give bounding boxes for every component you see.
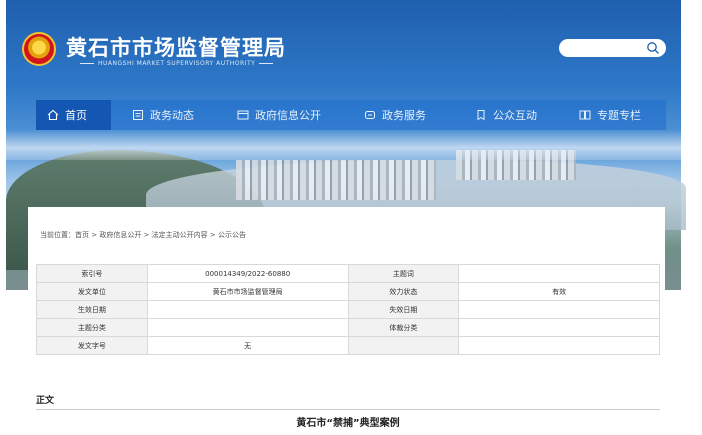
document-title: 黄石市“禁捕”典型案例 xyxy=(296,418,400,429)
section-divider xyxy=(36,409,660,410)
nav-item-label: 公众互动 xyxy=(493,109,537,122)
meta-value: 无 xyxy=(146,336,349,355)
service-icon xyxy=(365,111,375,119)
meta-value xyxy=(458,300,660,319)
meta-value xyxy=(458,318,660,337)
topic-icon xyxy=(579,110,591,120)
meta-label: 主题分类 xyxy=(36,318,148,337)
meta-value: 黄石市市场监督管理局 xyxy=(146,282,349,301)
nav-item-info[interactable]: 政府信息公开 xyxy=(237,100,321,130)
banner-city-left xyxy=(236,160,436,200)
meta-value: 有效 xyxy=(458,282,660,301)
nav-item-service[interactable]: 政务服务 xyxy=(364,100,426,130)
table-row: 发文字号 无 xyxy=(36,336,660,355)
national-emblem-icon xyxy=(22,32,56,66)
main-nav: 首页 政务动态 政府信息公开 政务服务 公众互动 专题专栏 xyxy=(36,100,666,130)
site-title: 黄石市市场监督管理局 xyxy=(66,36,286,60)
meta-label: 发文单位 xyxy=(36,282,148,301)
meta-label xyxy=(347,336,460,355)
info-icon xyxy=(237,110,249,120)
site-subtitle: HUANGSHI MARKET SUPERVISORY AUTHORITY xyxy=(76,60,277,67)
meta-value xyxy=(458,264,660,283)
meta-value xyxy=(146,300,349,319)
nav-item-topic[interactable]: 专题专栏 xyxy=(579,100,641,130)
nav-item-label: 政务动态 xyxy=(150,109,194,122)
news-icon xyxy=(133,110,143,120)
meta-label: 发文字号 xyxy=(36,336,148,355)
nav-item-label: 政务服务 xyxy=(382,109,426,122)
meta-label: 主题词 xyxy=(347,264,460,283)
page: 黄石市市场监督管理局 HUANGSHI MARKET SUPERVISORY A… xyxy=(0,0,702,435)
breadcrumb: 当前位置：首页 > 政府信息公开 > 法定主动公开内容 > 公示公告 xyxy=(40,231,246,239)
nav-item-label: 政府信息公开 xyxy=(255,109,321,122)
meta-label: 索引号 xyxy=(36,264,148,283)
table-row: 生效日期 失效日期 xyxy=(36,300,660,319)
meta-label: 失效日期 xyxy=(347,300,460,319)
nav-item-news[interactable]: 政务动态 xyxy=(132,100,194,130)
home-icon xyxy=(47,109,59,121)
meta-value xyxy=(146,318,349,337)
nav-item-label: 专题专栏 xyxy=(597,109,641,122)
table-row: 索引号 000014349/2022-60880 主题词 xyxy=(36,264,660,283)
search-icon[interactable] xyxy=(646,41,660,55)
body-section-label: 正文 xyxy=(36,396,55,406)
document-meta-table: 索引号 000014349/2022-60880 主题词 发文单位 黄石市市场监… xyxy=(36,264,660,355)
nav-item-interact[interactable]: 公众互动 xyxy=(475,100,537,130)
meta-label: 体裁分类 xyxy=(347,318,460,337)
meta-value xyxy=(458,336,660,355)
interact-icon xyxy=(477,110,485,121)
meta-value: 000014349/2022-60880 xyxy=(146,264,349,283)
table-row: 主题分类 体裁分类 xyxy=(36,318,660,337)
nav-item-label: 首页 xyxy=(65,109,87,122)
search-input[interactable] xyxy=(559,39,666,57)
table-row: 发文单位 黄石市市场监督管理局 效力状态 有效 xyxy=(36,282,660,301)
nav-item-home[interactable]: 首页 xyxy=(36,100,111,130)
meta-label: 生效日期 xyxy=(36,300,148,319)
meta-label: 效力状态 xyxy=(347,282,460,301)
banner-haze xyxy=(6,130,681,160)
